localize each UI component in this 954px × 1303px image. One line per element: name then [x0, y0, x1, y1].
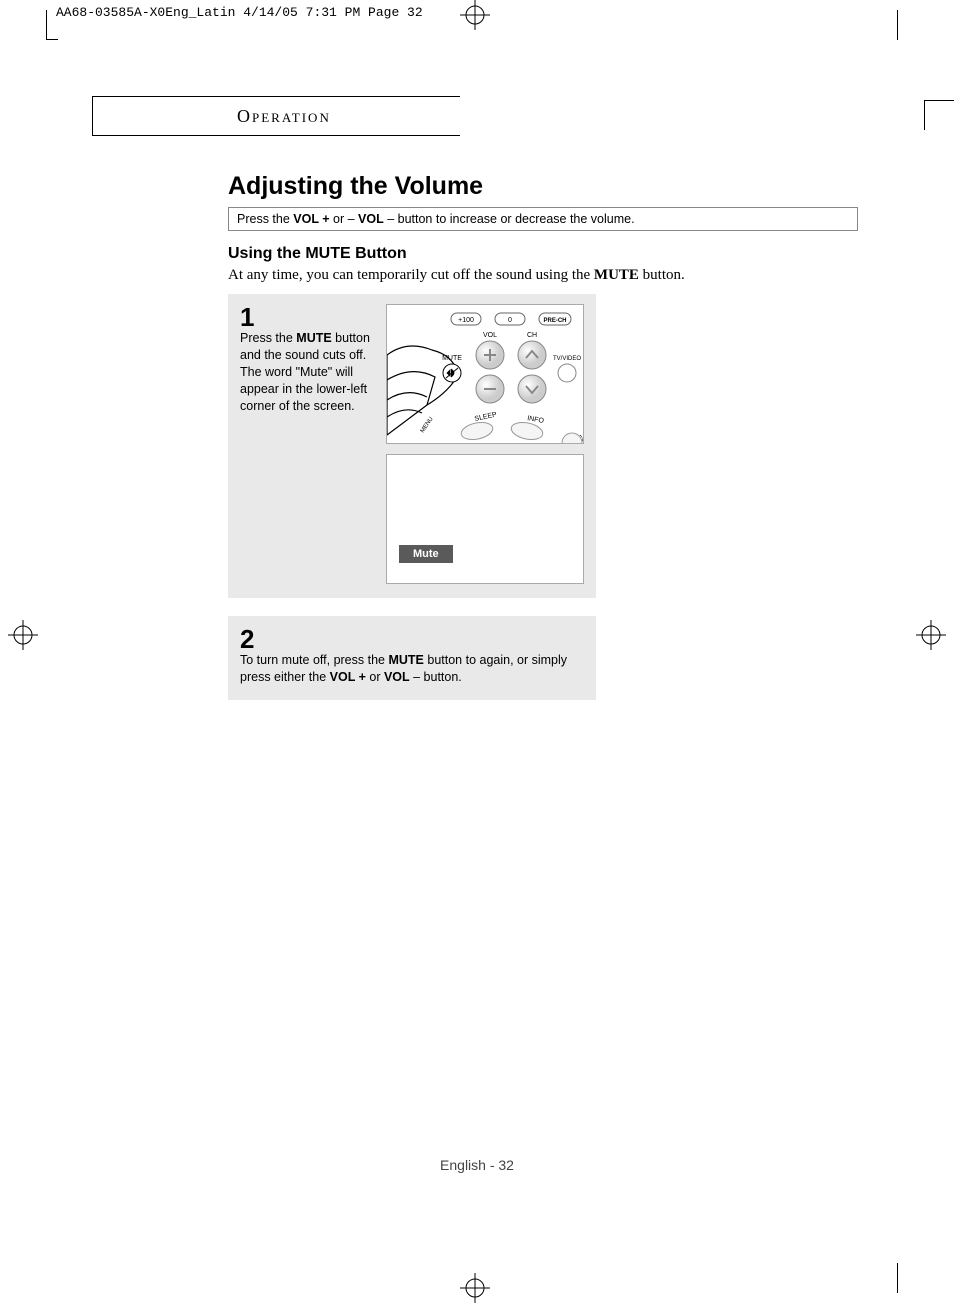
remote-label-ch: CH [527, 332, 537, 339]
text: Press the [237, 212, 293, 226]
remote-label-tvvideo: TV/VIDEO [553, 356, 581, 362]
step-text: To turn mute off, press the MUTE button … [240, 652, 584, 686]
crop-mark [897, 10, 898, 40]
tv-screen-diagram: Mute [386, 454, 584, 584]
body-text: At any time, you can temporarily cut off… [228, 267, 878, 284]
remote-label-mute: MUTE [442, 355, 462, 362]
intro-box: Press the VOL + or – VOL – button to inc… [228, 207, 858, 231]
step-block-2: 2 To turn mute off, press the MUTE butto… [228, 616, 596, 700]
subsection-title: Using the MUTE Button [228, 245, 878, 263]
registration-mark [8, 620, 38, 650]
text: – button to increase or decrease the vol… [384, 212, 635, 226]
text-bold: VOL + [293, 212, 329, 226]
text: Press the [240, 331, 296, 345]
remote-label-menu: MENU [420, 416, 435, 434]
text-bold: MUTE [296, 331, 331, 345]
text: or [366, 670, 384, 684]
text-bold: VOL [358, 212, 384, 226]
page-title: Adjusting the Volume [228, 172, 878, 201]
remote-label-vol: VOL [483, 332, 497, 339]
step-text: Press the MUTE button and the sound cuts… [240, 330, 374, 414]
step-number: 1 [240, 304, 374, 330]
registration-mark [460, 1273, 490, 1303]
step-number: 2 [240, 626, 584, 652]
remote-diagram: +100 0 PRE-CH VOL CH MUTE TV/VIDEO [386, 304, 584, 444]
registration-mark [460, 0, 490, 30]
text-bold: VOL + [330, 670, 366, 684]
remote-label-sleep: SLEEP [474, 411, 498, 423]
section-tab-label: Operation [237, 106, 331, 127]
text-bold: MUTE [388, 653, 423, 667]
crop-mark [924, 100, 954, 130]
remote-btn-0: 0 [508, 317, 512, 324]
section-tab: Operation [92, 96, 460, 136]
step-block-1: 1 Press the MUTE button and the sound cu… [228, 294, 596, 598]
text: – button. [410, 670, 462, 684]
crop-mark [897, 1263, 898, 1293]
page-footer: English - 32 [0, 1157, 954, 1173]
text: To turn mute off, press the [240, 653, 388, 667]
print-header: AA68-03585A-X0Eng_Latin 4/14/05 7:31 PM … [56, 5, 423, 20]
mute-osd-badge: Mute [399, 545, 453, 563]
crop-mark [46, 10, 58, 40]
remote-btn-prech: PRE-CH [543, 318, 566, 324]
remote-btn-100: +100 [458, 317, 474, 324]
text: At any time, you can temporarily cut off… [228, 267, 594, 283]
text: or – [330, 212, 359, 226]
text-bold: VOL [384, 670, 410, 684]
registration-mark [916, 620, 946, 650]
text: button. [639, 267, 685, 283]
text-bold: MUTE [594, 267, 639, 283]
page-content: Adjusting the Volume Press the VOL + or … [228, 172, 878, 718]
